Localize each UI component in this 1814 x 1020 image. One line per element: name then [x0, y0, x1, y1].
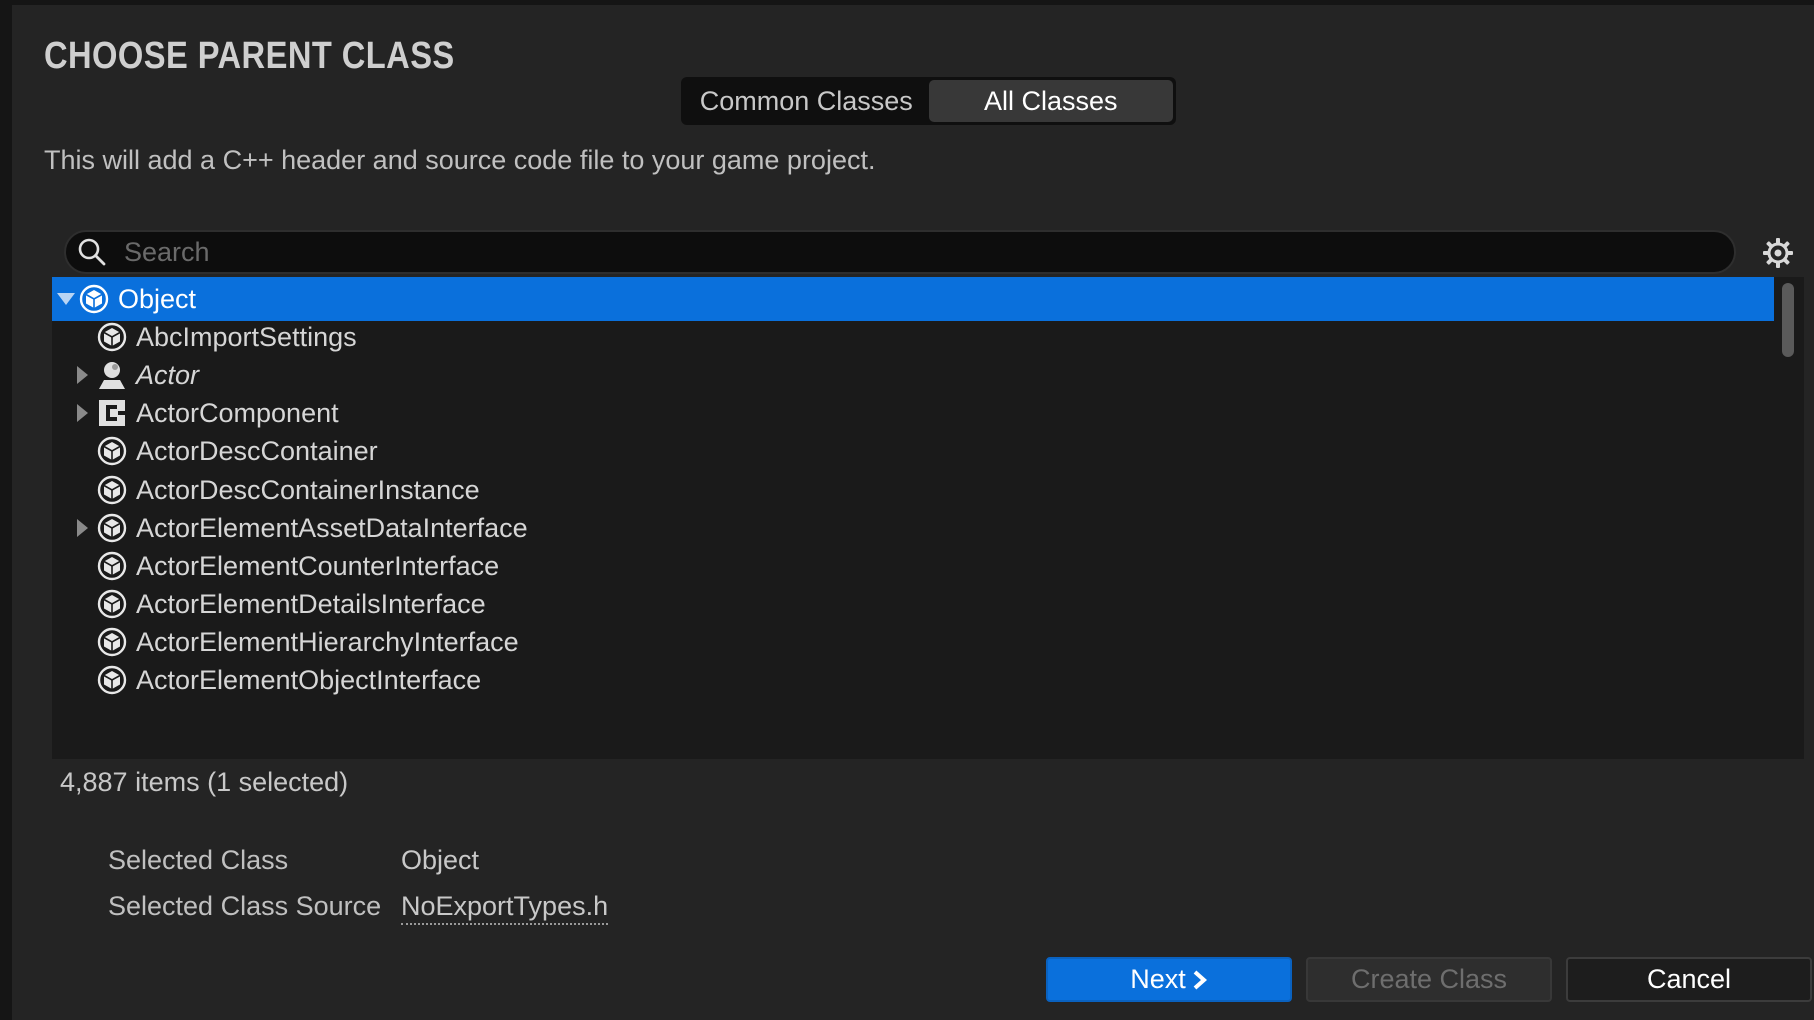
selected-class-source-link[interactable]: NoExportTypes.h [401, 891, 609, 925]
next-button-label: Next [1130, 964, 1186, 994]
collapsed-arrow-icon[interactable] [72, 518, 92, 538]
cancel-button[interactable]: Cancel [1566, 957, 1812, 1002]
tree-row-label: ActorElementHierarchyInterface [136, 626, 519, 657]
object-class-icon [96, 512, 128, 544]
chevron-right-icon [1192, 970, 1208, 990]
tree-row-label: Actor [136, 359, 200, 390]
tree-scrollbar[interactable] [1782, 283, 1794, 357]
search-icon [74, 234, 110, 270]
tree-row-label: ActorElementObjectInterface [136, 664, 482, 695]
object-class-icon [96, 626, 128, 658]
class-tree[interactable]: Object AbcImportSettings Actor ActorComp… [52, 277, 1804, 759]
object-class-icon [96, 664, 128, 696]
selected-class-label: Selected Class [108, 845, 289, 875]
collapsed-arrow-icon[interactable] [72, 403, 92, 423]
object-class-icon [96, 588, 128, 620]
dialog-title: CHOOSE PARENT CLASS [44, 35, 455, 77]
search-input[interactable] [110, 232, 1734, 272]
dialog-window: CHOOSE PARENT CLASS Common Classes All C… [12, 5, 1814, 1020]
tree-row-label: ActorDescContainer [136, 435, 378, 466]
gear-icon[interactable] [1760, 235, 1796, 271]
class-tabs: Common Classes All Classes [681, 77, 1176, 125]
create-class-button[interactable]: Create Class [1306, 957, 1552, 1002]
object-class-icon [96, 550, 128, 582]
tree-row[interactable]: ActorElementObjectInterface [52, 658, 1774, 702]
selected-class-value: Object [401, 845, 480, 875]
tree-row-label: ActorElementCounterInterface [136, 550, 500, 581]
selected-class-source-label: Selected Class Source [108, 891, 382, 921]
tree-row-label: ActorComponent [136, 397, 339, 428]
tree-row[interactable]: ActorDescContainer [52, 429, 1774, 473]
next-button[interactable]: Next [1046, 957, 1292, 1002]
tree-row-label: ActorDescContainerInstance [136, 474, 480, 505]
tree-row-label: Object [118, 283, 197, 314]
collapsed-arrow-icon[interactable] [72, 365, 92, 385]
tree-row-label: AbcImportSettings [136, 321, 357, 352]
actor-icon [96, 359, 128, 391]
search-box [64, 230, 1736, 274]
dialog-description: This will add a C++ header and source co… [44, 145, 876, 175]
object-class-icon [96, 474, 128, 506]
tab-common-classes[interactable]: Common Classes [684, 80, 929, 122]
tree-row-label: ActorElementAssetDataInterface [136, 512, 528, 543]
tree-row-label: ActorElementDetailsInterface [136, 588, 486, 619]
object-class-icon [96, 435, 128, 467]
tab-all-classes[interactable]: All Classes [928, 80, 1173, 122]
object-class-icon [78, 283, 110, 315]
object-class-icon [96, 321, 128, 353]
expanded-arrow-icon[interactable] [56, 289, 76, 309]
component-icon [96, 397, 128, 429]
item-count: 4,887 items (1 selected) [60, 767, 349, 797]
